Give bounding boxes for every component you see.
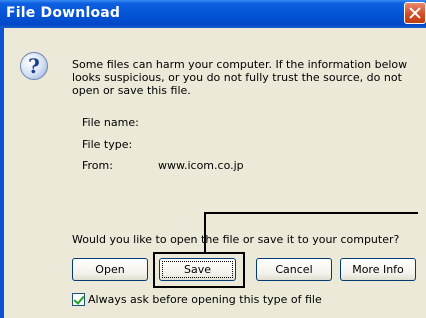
open-button[interactable]: Open [72, 258, 148, 281]
from-label: From: [82, 159, 113, 172]
from-value: www.icom.co.jp [158, 159, 244, 172]
question-icon: ? [20, 52, 48, 80]
title-bar[interactable]: File Download [0, 0, 426, 28]
more-info-button[interactable]: More Info [340, 258, 416, 281]
cancel-button[interactable]: Cancel [256, 258, 332, 281]
callout-line [204, 212, 206, 252]
file-name-label: File name: [82, 116, 139, 129]
warning-message: Some files can harm your computer. If th… [72, 58, 408, 97]
always-ask-checkbox[interactable] [72, 293, 85, 306]
close-icon[interactable] [404, 2, 426, 24]
window-frame [0, 28, 4, 318]
file-type-label: File type: [82, 138, 133, 151]
callout-box [204, 212, 418, 238]
window-title: File Download [6, 5, 121, 21]
save-highlight-box [153, 252, 245, 288]
always-ask-label: Always ask before opening this type of f… [88, 293, 322, 306]
